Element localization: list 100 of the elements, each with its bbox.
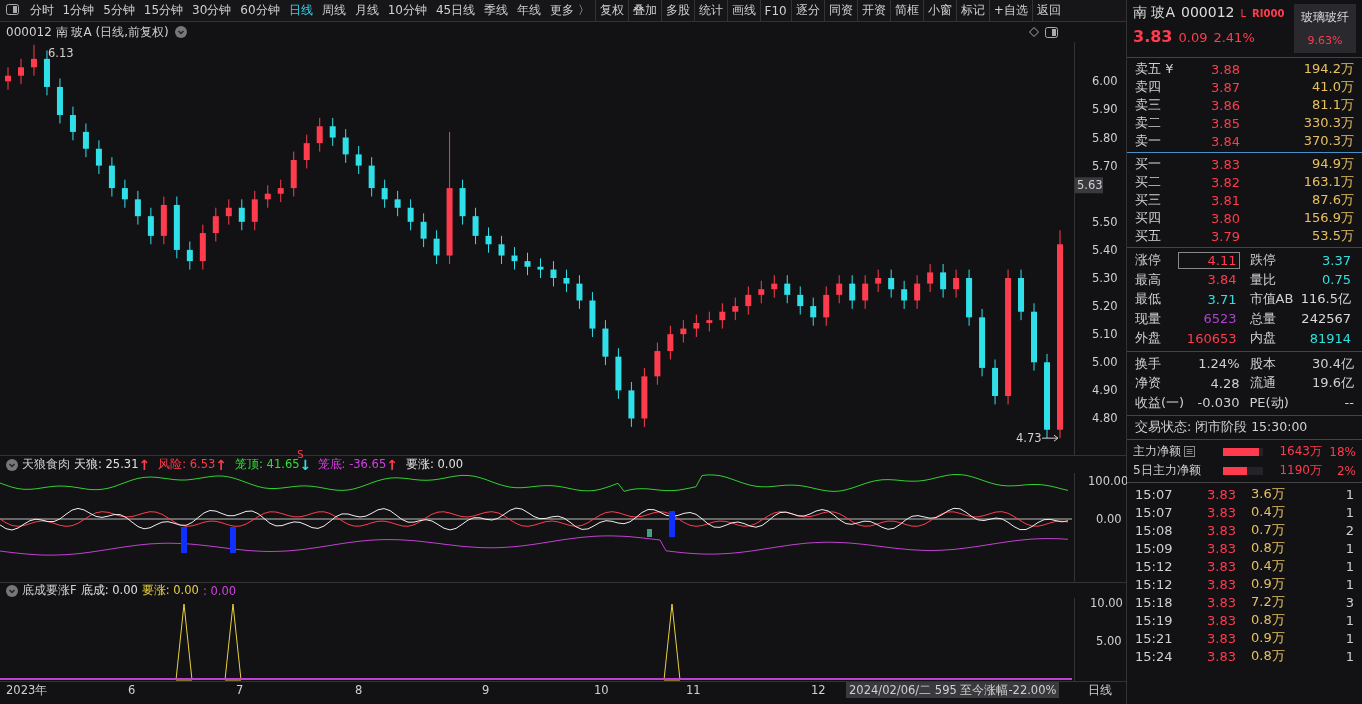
candle	[316, 117, 323, 153]
trade-volume: 0.8万	[1251, 611, 1286, 629]
candle	[485, 226, 492, 254]
chevron-down-icon[interactable]	[6, 584, 18, 597]
toolbar-button[interactable]: 复权	[594, 0, 628, 22]
period-tab[interactable]: 15分钟	[139, 2, 188, 19]
candle	[134, 190, 141, 226]
trade-count: 1	[1344, 576, 1354, 592]
stat-value: 6523	[1202, 310, 1238, 328]
toolbar-button[interactable]: 画线	[726, 0, 760, 22]
toolbar-button[interactable]: +自选	[988, 0, 1032, 22]
trade-count: 2	[1344, 522, 1354, 538]
period-tab[interactable]: 年线	[512, 2, 546, 19]
stat-label: 收益(一)	[1135, 393, 1185, 412]
trade-volume: 0.7万	[1251, 521, 1286, 539]
candle	[706, 311, 713, 332]
period-tab[interactable]: 月线	[350, 2, 384, 19]
candle	[238, 198, 245, 231]
date-axis-label: 2023年	[6, 683, 48, 698]
period-tab[interactable]: 季线	[479, 2, 513, 19]
trade-count: 3	[1344, 594, 1354, 610]
stat-label: 换手	[1135, 354, 1161, 373]
period-tab[interactable]: 5分钟	[98, 2, 140, 19]
period-tab[interactable]: 更多 〉	[545, 2, 595, 19]
order-level: 买五	[1135, 227, 1162, 245]
stat-value: 30.4亿	[1312, 354, 1354, 373]
toolbar-button[interactable]: 统计	[693, 0, 727, 22]
sector-card[interactable]: 玻璃玻纤 9.63%	[1294, 4, 1356, 53]
axis-label: 5.80	[1092, 130, 1118, 145]
period-tab[interactable]: 日线	[284, 2, 318, 19]
period-tab[interactable]: 周线	[317, 2, 351, 19]
period-tab[interactable]: 分时	[25, 2, 58, 19]
order-volume: 87.6万	[1311, 191, 1354, 209]
indicator-value: 笼顶: 41.65	[235, 457, 300, 472]
order-volume: 194.2万	[1302, 60, 1354, 78]
candle	[420, 212, 427, 248]
candle	[121, 179, 128, 209]
candle	[277, 179, 284, 203]
trade-time: 15:12	[1135, 576, 1174, 592]
period-tab[interactable]: 1分钟	[58, 2, 99, 19]
stock-name: 南 玻A	[1133, 4, 1176, 22]
axis-label: 4.90	[1092, 383, 1118, 398]
indicator-value: 风险: 6.53	[158, 457, 216, 472]
toolbar-button[interactable]: 返回	[1031, 0, 1065, 22]
candle	[862, 274, 869, 310]
toolbar-button[interactable]: F10	[759, 0, 791, 22]
toolbar-button[interactable]: 简框	[889, 0, 923, 22]
candle	[472, 207, 479, 245]
candle	[992, 359, 999, 405]
panel-toggle-icon[interactable]	[1045, 26, 1058, 38]
period-tab[interactable]: 60分钟	[235, 2, 285, 19]
period-tab[interactable]: 30分钟	[187, 2, 236, 19]
order-level: 买四	[1135, 209, 1162, 227]
chevron-down-icon[interactable]	[174, 26, 187, 38]
candle	[810, 297, 817, 327]
candle	[771, 274, 778, 299]
toolbar-button[interactable]: 标记	[955, 0, 989, 22]
order-price: 3.85	[1211, 115, 1241, 131]
order-level: 卖五 ¥	[1135, 60, 1175, 78]
order-volume: 370.3万	[1302, 132, 1354, 150]
indicator-value: 要涨: 0.00	[141, 583, 199, 598]
toolbar-button[interactable]: 叠加	[627, 0, 661, 22]
stat-value: 4.11	[1177, 251, 1240, 269]
chevron-down-icon[interactable]	[6, 458, 18, 471]
candle	[43, 49, 50, 96]
period-tab[interactable]: 45日线	[431, 2, 480, 19]
toolbar-button[interactable]: 逐分	[790, 0, 824, 22]
high-price-label: 6.13	[48, 45, 74, 60]
candle	[251, 190, 258, 231]
order-level: 卖二	[1135, 114, 1162, 132]
order-price: 3.82	[1211, 174, 1241, 190]
trade-price: 3.83	[1207, 594, 1237, 610]
order-volume: 81.1万	[1311, 96, 1354, 114]
order-level: 买三	[1135, 191, 1162, 209]
flow-amount: 1643万	[1278, 443, 1322, 460]
axis-label: 0.00	[1096, 512, 1122, 526]
panel-toggle-icon[interactable]	[6, 3, 19, 15]
order-volume: 41.0万	[1311, 78, 1354, 96]
stock-code: 000012	[1181, 4, 1235, 20]
candle	[147, 207, 154, 245]
trade-time: 15:08	[1135, 522, 1174, 538]
stat-label: 现量	[1135, 309, 1161, 328]
stat-value: 81914	[1308, 329, 1352, 347]
toolbar-button[interactable]: 多股	[660, 0, 694, 22]
candle	[589, 291, 596, 338]
toolbar-button[interactable]: 同资	[823, 0, 857, 22]
toolbar-button[interactable]: 开资	[856, 0, 890, 22]
trade-price: 3.83	[1207, 630, 1237, 646]
trend-arrow: ↑	[138, 456, 151, 473]
axis-label: 5.00	[1092, 355, 1118, 370]
diamond-icon[interactable]	[1029, 27, 1039, 37]
indicator-value: 底成: 0.00	[80, 583, 138, 598]
list-icon[interactable]	[1184, 446, 1195, 457]
indicator-name: 底成要涨F	[22, 583, 77, 598]
period-tab[interactable]: 10分钟	[383, 2, 432, 19]
toolbar-button[interactable]: 小窗	[922, 0, 956, 22]
flow-percent: 2%	[1335, 463, 1356, 478]
trade-volume: 3.6万	[1251, 485, 1286, 503]
candle	[433, 229, 440, 265]
indicator-value: 要涨: 0.00	[405, 457, 464, 472]
